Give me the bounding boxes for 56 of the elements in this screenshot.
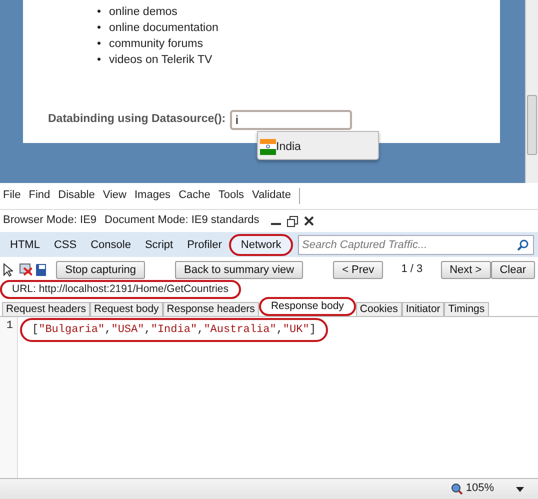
tab[interactable]: Response body [258, 296, 356, 316]
link[interactable]: community forums [109, 36, 203, 52]
scrollbar-thumb[interactable] [527, 95, 537, 155]
tab[interactable]: CSS [46, 234, 84, 254]
menu-item[interactable]: Images [134, 189, 171, 203]
tab[interactable]: HTML [3, 234, 47, 254]
scrollbar[interactable] [525, 0, 538, 183]
code-line: ["Bulgaria","USA","India","Australia","UK"] [20, 318, 328, 342]
line-number: 1 [5, 320, 13, 333]
toolbar-button[interactable]: Next > [440, 260, 491, 278]
tab[interactable]: Request body [90, 302, 163, 316]
zoom-menu[interactable]: 105% [450, 482, 494, 496]
save-icon[interactable] [36, 264, 46, 276]
menu-item[interactable]: Find [28, 189, 50, 203]
menu-item[interactable]: View [102, 189, 126, 203]
toolbar-button[interactable]: Stop capturing [56, 260, 146, 278]
toolbar-button[interactable]: Clear [490, 260, 535, 278]
tab[interactable]: Network [228, 234, 294, 256]
browser-mode-menu[interactable]: Browser Mode: IE9 [3, 214, 97, 228]
restore-icon[interactable] [287, 216, 298, 226]
suggestion-item[interactable]: India [260, 139, 301, 155]
toolbar-button[interactable]: Back to summary view [175, 260, 304, 278]
menu-item[interactable]: Cache [178, 189, 210, 203]
field-label: Databinding using Datasource(): [48, 113, 226, 127]
tab[interactable]: Request headers [2, 302, 90, 316]
zoom-icon [450, 483, 463, 495]
toolbar-button[interactable]: < Prev [333, 260, 384, 278]
close-icon[interactable] [304, 216, 314, 226]
menu-item[interactable]: Tools [218, 189, 244, 203]
link[interactable]: online demos [109, 4, 178, 20]
bullet: • [97, 53, 102, 68]
search-field[interactable]: Search Captured Traffic... [298, 234, 534, 254]
tab[interactable]: Response headers [162, 302, 259, 316]
search-icon[interactable] [517, 238, 529, 250]
link[interactable]: videos on Telerik TV [109, 52, 212, 68]
menu-item[interactable]: Validate [252, 189, 291, 203]
clear-cache-icon[interactable] [19, 263, 32, 276]
page-counter: 1 / 3 [401, 262, 423, 276]
tab[interactable]: Profiler [180, 234, 229, 254]
menu-item[interactable]: File [3, 189, 21, 203]
tab[interactable]: Console [84, 234, 138, 254]
document-mode-menu[interactable]: Document Mode: IE9 standards [104, 214, 260, 228]
tab[interactable]: Timings [444, 302, 489, 316]
bullet: • [97, 21, 102, 36]
pointer-icon[interactable] [3, 262, 14, 276]
flag-icon [260, 139, 276, 155]
tab[interactable]: Script [138, 234, 180, 254]
menu-item[interactable]: Disable [58, 189, 95, 203]
combo-input[interactable]: i [230, 110, 352, 130]
url-text: URL: http://localhost:2191/Home/GetCountries [0, 280, 241, 299]
bullet: • [97, 37, 102, 52]
dropdown-arrow-icon[interactable] [516, 486, 524, 492]
tab[interactable]: Initiator [402, 302, 444, 316]
link[interactable]: online documentation [109, 20, 218, 36]
tab[interactable]: Cookies [356, 302, 402, 316]
bullet: • [97, 5, 102, 20]
